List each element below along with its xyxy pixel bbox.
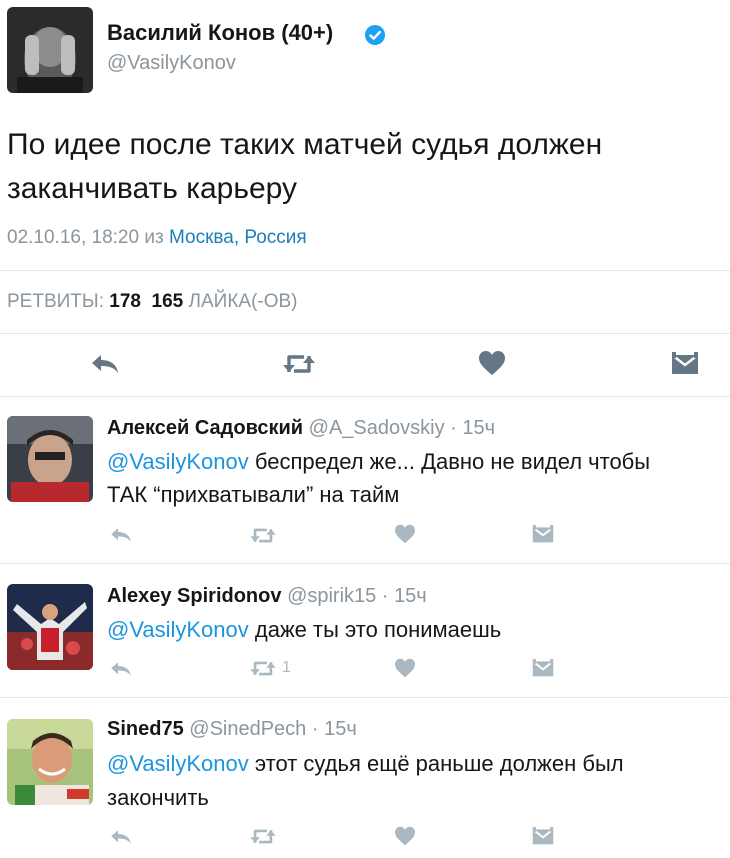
reply-action-reply[interactable] <box>109 660 133 678</box>
verified-badge-icon <box>364 24 386 46</box>
tweet-text-line-1: По идее после таких матчей судья должен <box>7 128 603 161</box>
reply-author-handle[interactable]: @spirik15 <box>287 585 376 607</box>
like-button[interactable] <box>478 350 506 376</box>
reply-mention-link[interactable]: @VasilyKonov <box>107 449 249 474</box>
reply-dot: · <box>306 718 325 740</box>
reply-author-handle[interactable]: @A_Sadovskiy <box>309 417 445 439</box>
reply-action-message[interactable] <box>532 659 554 678</box>
message-icon <box>532 659 554 677</box>
author-avatar[interactable] <box>7 7 93 93</box>
author-name[interactable]: Василий Конов (40+) <box>107 20 333 46</box>
reply-icon <box>111 830 131 844</box>
reply-header: Алексей Садовский @A_Sadovskiy · 15ч <box>107 417 495 440</box>
divider <box>0 333 730 334</box>
reply-author-handle[interactable]: @SinedPech <box>189 718 306 740</box>
reply-text: даже ты это понимаешь <box>254 617 502 642</box>
divider <box>0 697 730 698</box>
reply-icon <box>111 662 131 676</box>
reply-dot: · <box>444 417 463 439</box>
reply-author-name[interactable]: Sined75 <box>107 718 184 740</box>
reply-action-like[interactable] <box>394 658 416 678</box>
reply-time[interactable]: 15ч <box>394 585 427 607</box>
tweet-from-word: из <box>144 227 164 248</box>
reply-action-message[interactable] <box>532 827 554 846</box>
reply-time[interactable]: 15ч <box>462 417 495 439</box>
divider <box>0 396 730 397</box>
reply-icon <box>111 528 131 542</box>
retweet-icon <box>250 829 276 844</box>
retweets-count[interactable]: 178 <box>109 291 141 312</box>
tweet-text-line-2: заканчивать карьеру <box>7 172 298 205</box>
reply-text: этот судья ещё раньше должен был <box>254 751 624 776</box>
retweet-button[interactable] <box>282 352 316 376</box>
reply-avatar[interactable] <box>7 584 93 670</box>
reply-author-name[interactable]: Алексей Садовский <box>107 417 303 439</box>
reply-button[interactable] <box>90 352 120 376</box>
like-icon <box>395 826 415 846</box>
reply-text-line-2: закончить <box>107 785 209 810</box>
like-icon <box>479 351 505 375</box>
reply-time[interactable]: 15ч <box>324 718 357 740</box>
reply-action-message[interactable] <box>532 525 554 544</box>
reply-action-like[interactable] <box>394 524 416 544</box>
likes-label: ЛАЙКА(-ОВ) <box>188 291 298 312</box>
reply-header: Alexey Spiridonov @spirik15 · 15ч <box>107 585 427 608</box>
retweet-icon <box>250 528 276 543</box>
like-icon <box>395 658 415 678</box>
reply-author-name[interactable]: Alexey Spiridonov <box>107 585 282 607</box>
retweets-label: РЕТВИТЫ: <box>7 291 104 312</box>
reply-text-line-1: @VasilyKonov беспредел же... Давно не ви… <box>107 449 650 475</box>
reply-action-retweet[interactable] <box>249 526 277 545</box>
reply-action-like[interactable] <box>394 826 416 846</box>
reply-icon <box>92 355 118 373</box>
retweet-icon <box>283 355 315 373</box>
reply-action-reply[interactable] <box>109 828 133 846</box>
message-icon <box>532 525 554 543</box>
reply-text-line-1: @VasilyKonov даже ты это понимаешь <box>107 617 501 643</box>
author-handle[interactable]: @VasilyKonov <box>107 52 236 75</box>
reply-action-retweet[interactable] <box>249 827 277 846</box>
tweet-stats: РЕТВИТЫ: 178 165 ЛАЙКА(-ОВ) <box>7 291 298 313</box>
reply-header: Sined75 @SinedPech · 15ч <box>107 718 357 741</box>
reply-action-retweet[interactable] <box>249 659 277 678</box>
message-button[interactable] <box>671 352 699 376</box>
message-icon <box>532 827 554 845</box>
reply-avatar[interactable] <box>7 719 93 805</box>
retweet-icon <box>250 661 276 676</box>
retweet-count: 1 <box>282 659 291 676</box>
reply-mention-link[interactable]: @VasilyKonov <box>107 617 249 642</box>
tweet-date: 02.10.16, 18:20 <box>7 227 140 248</box>
reply-text-line-2: ТАК “прихватывали” на тайм <box>107 482 400 507</box>
message-icon <box>671 352 699 374</box>
tweet-location-link[interactable]: Москва, Россия <box>169 227 307 248</box>
reply-mention-link[interactable]: @VasilyKonov <box>107 751 249 776</box>
reply-dot: · <box>376 585 395 607</box>
likes-count[interactable]: 165 <box>152 291 184 312</box>
reply-text-line-1: @VasilyKonov этот судья ещё раньше долже… <box>107 751 624 777</box>
reply-avatar[interactable] <box>7 416 93 502</box>
tweet-meta: 02.10.16, 18:20 из Москва, Россия <box>7 227 307 249</box>
divider <box>0 270 730 271</box>
like-icon <box>395 524 415 544</box>
reply-text: беспредел же... Давно не видел чтобы <box>254 449 651 474</box>
reply-action-reply[interactable] <box>109 526 133 544</box>
divider <box>0 563 730 564</box>
